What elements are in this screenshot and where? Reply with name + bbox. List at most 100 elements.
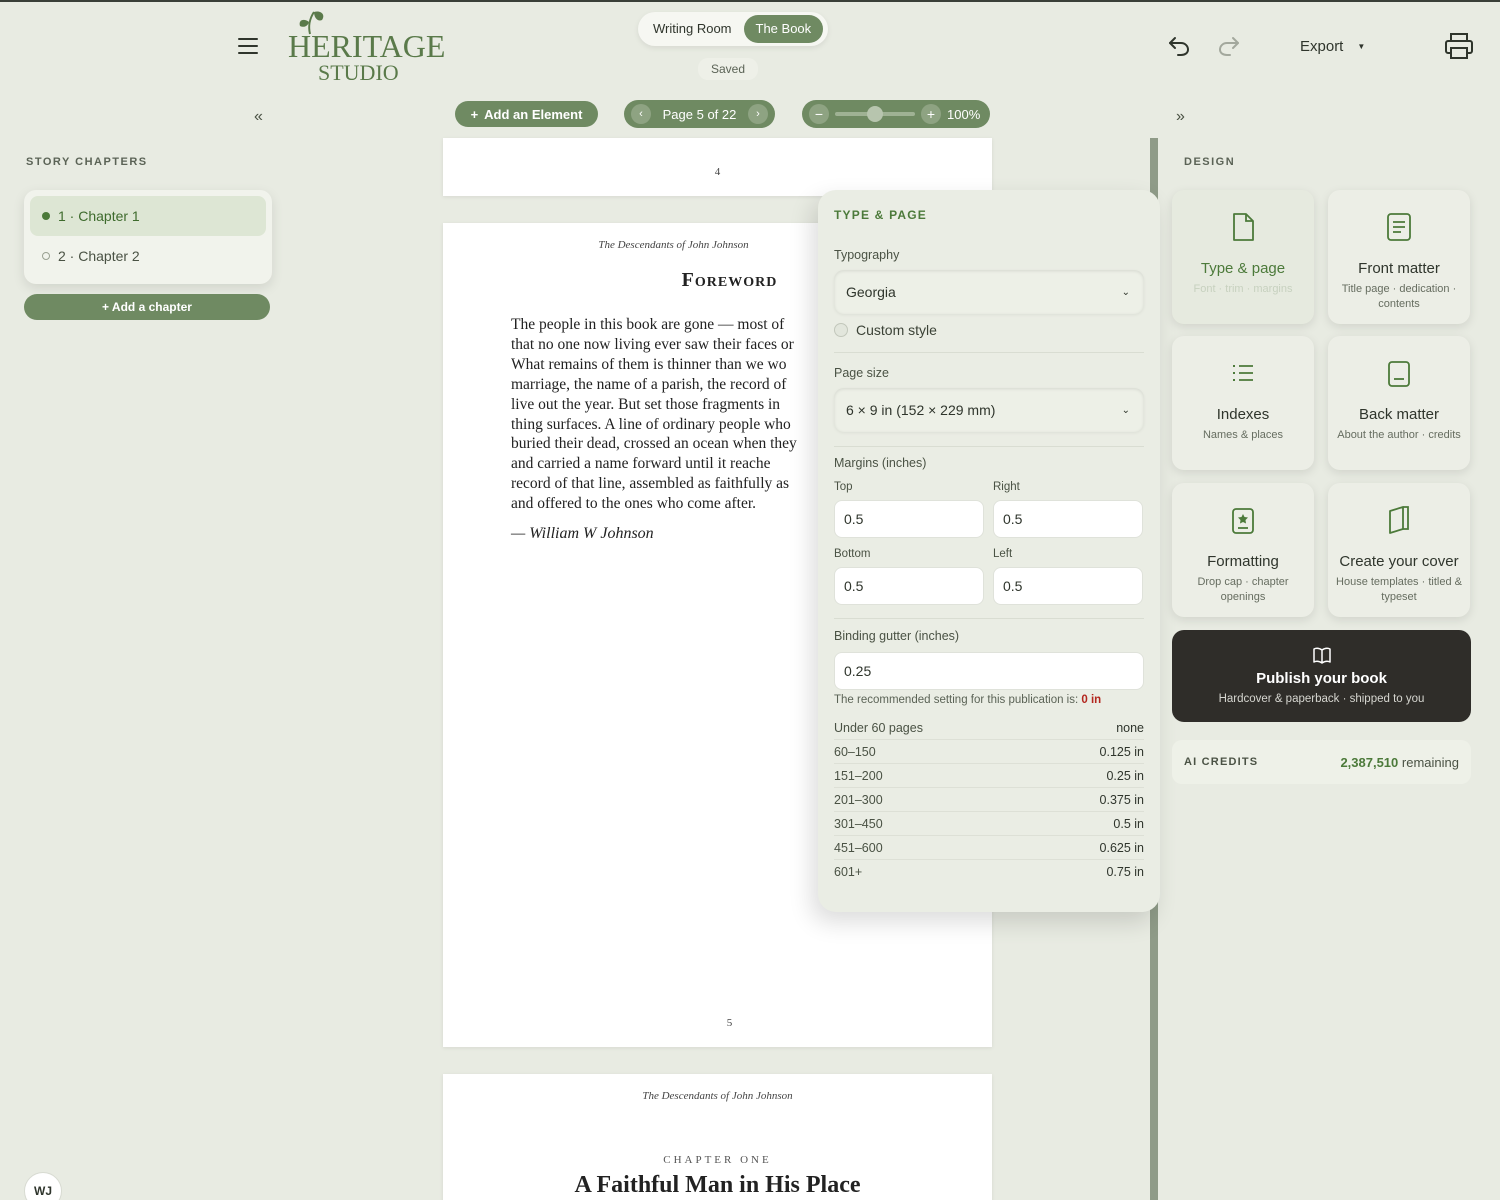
margin-left-input[interactable]: 0.5 — [993, 567, 1143, 605]
value-cell: 0.625 in — [1099, 840, 1144, 855]
margin-bottom-input[interactable]: 0.5 — [834, 567, 984, 605]
margin-right-input[interactable]: 0.5 — [993, 500, 1143, 538]
recommendation-text: The recommended setting for this publica… — [834, 694, 1079, 706]
tile-type-page[interactable]: Type & page Font · trim · margins — [1172, 190, 1314, 324]
value-cell: 0.25 in — [1106, 768, 1144, 783]
margin-top-label: Top — [834, 481, 853, 493]
value-cell: 0.75 in — [1106, 865, 1144, 879]
chapter-item-2[interactable]: 2 · Chapter 2 — [30, 236, 266, 276]
tile-subtitle: About the author · credits — [1337, 429, 1461, 441]
tile-front-matter[interactable]: Front matter Title page · dedication · c… — [1328, 190, 1470, 324]
tile-title: Back matter — [1358, 406, 1440, 423]
add-chapter-button[interactable]: + Add a chapter — [24, 294, 270, 320]
chapter-label: 1 · Chapter 1 — [58, 208, 140, 224]
plus-icon: + — [470, 106, 479, 122]
chevron-down-icon: ⌄ — [1121, 404, 1130, 416]
body-line: and carried a name forward until it reac… — [511, 455, 771, 473]
pages-cell: Under 60 pages — [834, 720, 923, 735]
chevron-down-icon: ⌄ — [1121, 286, 1130, 298]
redo-icon[interactable] — [1216, 32, 1242, 58]
recommendation-value: 0 in — [1081, 694, 1102, 706]
export-dropdown[interactable]: Export ▼ — [1300, 34, 1365, 58]
avatar[interactable]: WJ — [24, 1172, 62, 1200]
tile-back-matter[interactable]: Back matter About the author · credits — [1328, 336, 1470, 470]
book-page-4[interactable]: 4 — [443, 138, 992, 196]
gutter-input[interactable]: 0.25 — [834, 652, 1144, 690]
zoom-control: − + 100% — [802, 100, 990, 128]
body-line: live out the year. But set those fragmen… — [511, 395, 781, 413]
tile-title: Front matter — [1358, 260, 1440, 277]
chapter-title: A Faithful Man in His Place — [574, 1172, 861, 1198]
logo[interactable]: HERITAGE STUDIO — [276, 8, 445, 86]
publish-book-button[interactable]: Publish your book Hardcover & paperback … — [1172, 630, 1471, 722]
add-element-label: Add an Element — [484, 106, 583, 122]
tab-writing-room[interactable]: Writing Room — [641, 15, 744, 43]
open-book-icon — [1313, 647, 1331, 664]
credits-suffix: remaining — [1401, 754, 1459, 770]
margins-label: Margins (inches) — [834, 456, 927, 470]
body-line: and offered to the ones who come after. — [511, 495, 757, 513]
page-indicator: Page 5 of 22 — [662, 106, 737, 122]
margin-left-label: Left — [993, 548, 1013, 560]
pages-cell: 151–200 — [834, 768, 883, 783]
table-row: 201–300 0.375 in — [834, 788, 1144, 812]
pages-cell: 451–600 — [834, 840, 883, 855]
add-element-button[interactable]: + Add an Element — [455, 101, 598, 127]
body-line: record of that line, assembled as faithf… — [511, 475, 790, 493]
zoom-slider-thumb[interactable] — [867, 106, 883, 122]
menu-icon[interactable] — [238, 38, 258, 54]
chapters-section-label: STORY CHAPTERS — [26, 156, 148, 168]
mode-switch: Writing Room The Book — [638, 12, 828, 46]
tile-subtitle: Font · trim · margins — [1193, 283, 1293, 295]
page-size-select[interactable]: 6 × 9 in (152 × 229 mm) ⌄ — [834, 388, 1144, 432]
chapter-kicker: CHAPTER ONE — [663, 1154, 772, 1166]
book-cover-icon — [1389, 506, 1409, 534]
collapse-left-icon[interactable]: « — [254, 108, 263, 126]
print-icon[interactable] — [1444, 32, 1474, 60]
next-page-button[interactable]: › — [747, 104, 768, 124]
ai-credits-card: AI CREDITS 2,387,510 remaining — [1172, 740, 1471, 784]
collapse-right-icon[interactable]: » — [1176, 108, 1185, 126]
zoom-slider[interactable] — [835, 106, 915, 122]
table-row: 60–150 0.125 in — [834, 740, 1144, 764]
pages-cell: 601+ — [834, 865, 863, 879]
chapter-item-1[interactable]: 1 · Chapter 1 — [30, 196, 266, 236]
tile-indexes[interactable]: Indexes Names & places — [1172, 336, 1314, 470]
margin-right-label: Right — [993, 481, 1020, 493]
body-line: What remains of them is thinner than we … — [511, 355, 787, 373]
panel-title: TYPE & PAGE — [834, 208, 927, 222]
tab-the-book[interactable]: The Book — [743, 15, 824, 43]
credits-label: AI CREDITS — [1184, 756, 1259, 768]
document-icon — [1233, 213, 1254, 241]
typography-select[interactable]: Georgia ⌄ — [834, 270, 1144, 314]
tile-formatting[interactable]: Formatting Drop cap · chapter openings — [1172, 483, 1314, 617]
save-status-badge: Saved — [698, 58, 758, 80]
body-line: thing surfaces. A line of ordinary peopl… — [511, 415, 791, 433]
page-footer-icon — [1388, 361, 1410, 387]
gutter-label: Binding gutter (inches) — [834, 629, 960, 643]
zoom-out-button[interactable]: − — [809, 104, 829, 124]
custom-style-toggle[interactable]: Custom style — [834, 322, 937, 338]
publish-subtitle: Hardcover & paperback · shipped to you — [1218, 693, 1425, 705]
margin-bottom-label: Bottom — [834, 548, 871, 560]
chapter-list: 1 · Chapter 1 2 · Chapter 2 — [24, 190, 272, 284]
tile-subtitle: House templates · titled & typeset — [1336, 576, 1462, 603]
pages-cell: 201–300 — [834, 792, 883, 807]
table-row: 301–450 0.5 in — [834, 812, 1144, 836]
book-page-6[interactable]: The Descendants of John Johnson CHAPTER … — [443, 1074, 992, 1200]
format-icon — [1232, 508, 1254, 534]
margin-top-input[interactable]: 0.5 — [834, 500, 984, 538]
text-page-icon — [1387, 213, 1411, 241]
body-line: that no one now living ever saw their fa… — [511, 335, 794, 353]
tile-create-cover[interactable]: Create your cover House templates · titl… — [1328, 483, 1470, 617]
undo-icon[interactable] — [1166, 32, 1192, 58]
tile-title: Formatting — [1207, 553, 1279, 570]
divider — [834, 352, 1144, 353]
gutter-recommendation: The recommended setting for this publica… — [834, 694, 1101, 706]
zoom-in-button[interactable]: + — [921, 104, 941, 124]
tile-title: Indexes — [1216, 406, 1270, 423]
prev-page-button[interactable]: ‹ — [631, 104, 651, 124]
foreword-signature: — William W Johnson — [511, 525, 654, 542]
table-row: 451–600 0.625 in — [834, 836, 1144, 860]
radio-icon — [834, 323, 848, 337]
